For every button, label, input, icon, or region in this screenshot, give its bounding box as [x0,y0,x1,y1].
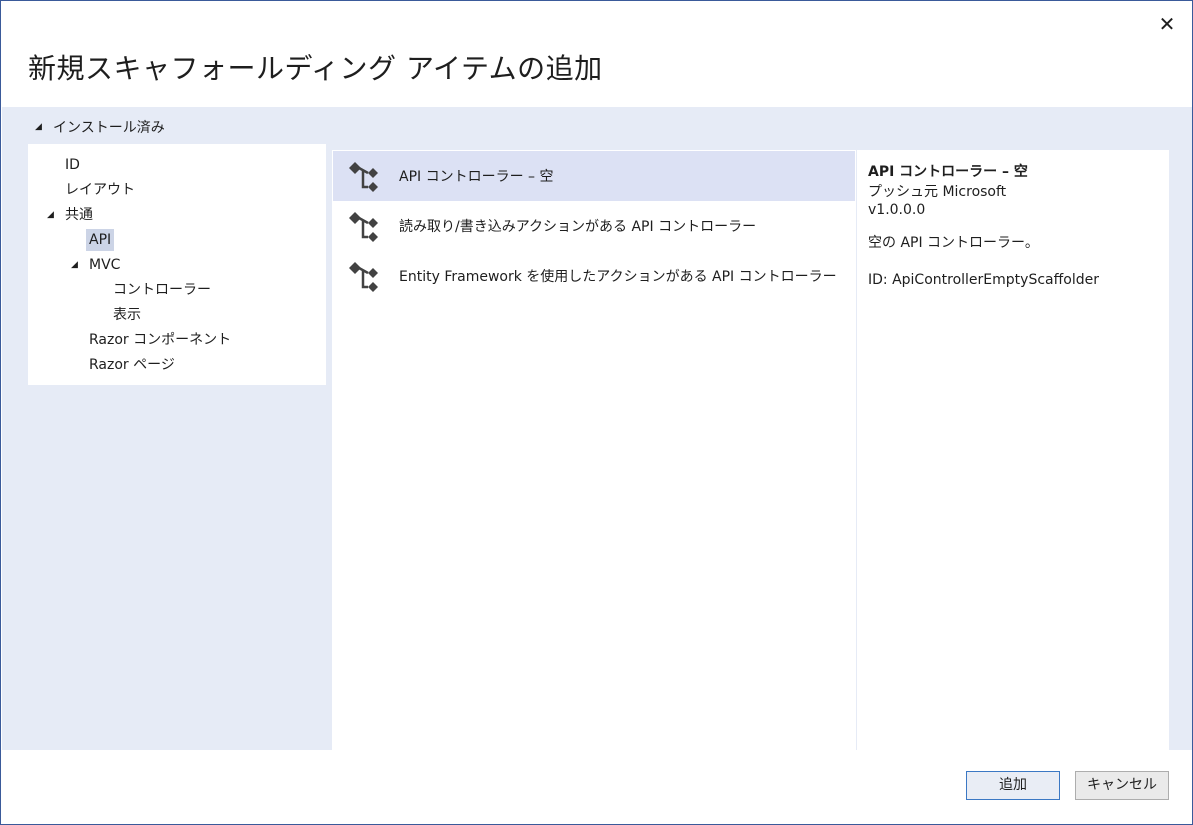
detail-version: v1.0.0.0 [868,202,926,218]
detail-id: ID: ApiControllerEmptyScaffolder [868,272,1099,288]
close-icon: ✕ [1158,12,1176,36]
tree-item-common[interactable]: ◢ 共通 [47,204,93,226]
scaffold-icon [349,262,378,292]
add-scaffold-dialog: ✕ 新規スキャフォールディング アイテムの追加 ◢ インストール済み ID レイ… [0,0,1193,825]
tree-item-view[interactable]: 表示 [113,304,141,326]
detail-description: 空の API コントローラー。 [868,235,1039,251]
dialog-title: 新規スキャフォールディング アイテムの追加 [28,52,603,85]
template-details: API コントローラー – 空 プッシュ元 Microsoft v1.0.0.0… [857,150,1169,750]
tree-item-mvc[interactable]: ◢ MVC [71,254,120,276]
close-button[interactable]: ✕ [1156,13,1178,35]
detail-title: API コントローラー – 空 [868,164,1028,180]
expanded-triangle-icon[interactable]: ◢ [47,204,57,226]
installed-header[interactable]: ◢ インストール済み [35,117,165,137]
add-button[interactable]: 追加 [966,771,1060,800]
template-item-api-empty[interactable]: API コントローラー – 空 [333,151,855,201]
expanded-triangle-icon: ◢ [35,122,42,132]
tree-item-layout[interactable]: レイアウト [65,179,135,201]
template-item-api-readwrite[interactable]: 読み取り/書き込みアクションがある API コントローラー [333,201,855,251]
tree-item-id[interactable]: ID [65,154,80,176]
template-list: API コントローラー – 空 読み取り/書き込みアクションがある API コン… [332,150,856,750]
scaffold-icon [349,162,378,192]
tree-item-razor-page[interactable]: Razor ページ [89,354,175,376]
tree-item-api[interactable]: API [86,229,115,251]
tree-item-razor-component[interactable]: Razor コンポーネント [89,329,231,351]
tree-item-controller[interactable]: コントローラー [113,279,211,301]
cancel-button[interactable]: キャンセル [1075,771,1169,800]
template-item-api-entity-framework[interactable]: Entity Framework を使用したアクションがある API コントロー… [333,251,855,301]
installed-header-label: インストール済み [53,120,165,136]
category-tree: ID レイアウト ◢ 共通 API ◢ MVC コントローラー 表示 Razor… [28,144,326,385]
expanded-triangle-icon[interactable]: ◢ [71,254,81,276]
detail-publisher: プッシュ元 Microsoft [868,184,1007,200]
scaffold-icon [349,212,378,242]
